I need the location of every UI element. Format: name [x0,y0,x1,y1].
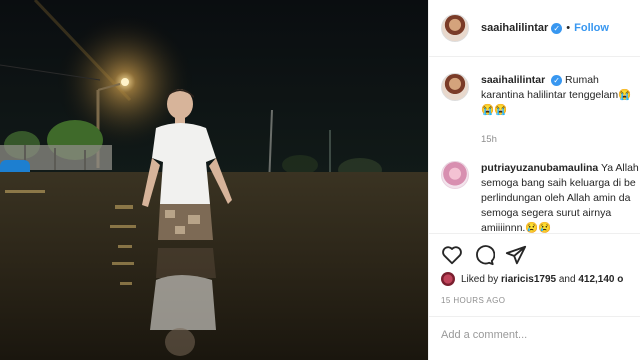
comment-body: putriayuzanubamaulina Ya Allah semoga ba… [481,161,640,233]
likes-connector: and [558,273,576,285]
comments-section[interactable]: saaihalilintar ✓ Rumah karantina halilin… [429,57,640,233]
verified-icon: ✓ [551,22,563,34]
share-icon[interactable] [505,244,527,266]
comment-username[interactable]: putriayuzanubamaulina [481,162,598,174]
comment-icon[interactable] [473,244,495,266]
separator-dot: • [566,22,571,34]
avatar[interactable] [441,73,469,101]
liker-avatar[interactable] [441,272,455,286]
comment-row: putriayuzanubamaulina Ya Allah semoga ba… [429,147,640,233]
caption-body: saaihalilintar ✓ Rumah karantina halilin… [481,73,640,147]
instagram-post: saaihalilintar ✓ • Follow saaihalilintar… [0,0,640,360]
likes-count[interactable]: 412,140 o [578,274,623,285]
post-username[interactable]: saaihalilintar [481,22,548,34]
follow-button[interactable]: Follow [574,22,609,34]
likes-prefix: Liked by [461,273,499,285]
flood-photo-illustration [0,0,428,360]
caption-username[interactable]: saaihalilintar [481,74,545,86]
avatar[interactable] [441,14,469,42]
caption-time[interactable]: 15h [481,132,640,147]
add-comment-input[interactable]: Add a comment... [429,316,640,360]
verified-icon: ✓ [551,74,563,86]
post-side-panel: saaihalilintar ✓ • Follow saaihalilintar… [428,0,640,360]
avatar[interactable] [441,161,469,189]
post-timestamp[interactable]: 15 HOURS AGO [441,296,505,305]
post-header: saaihalilintar ✓ • Follow [429,0,640,57]
heart-icon[interactable] [441,244,463,266]
post-photo[interactable] [0,0,428,360]
liker-username[interactable]: riaricis1795 [501,274,556,285]
likes-summary: Liked by riaricis1795 and 412,140 o [441,272,623,286]
caption-row: saaihalilintar ✓ Rumah karantina halilin… [429,57,640,147]
